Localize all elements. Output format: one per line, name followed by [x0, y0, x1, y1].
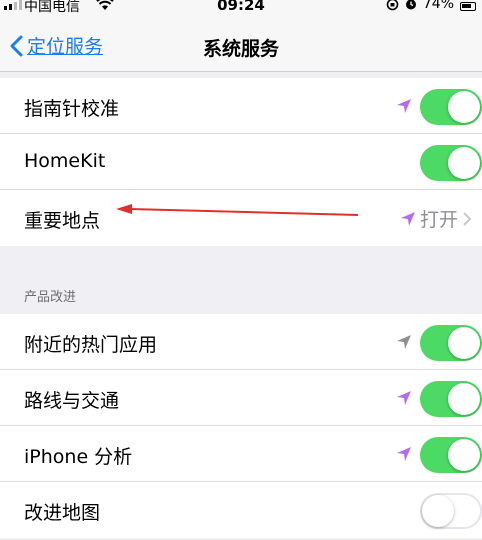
- battery-icon: [460, 1, 476, 11]
- battery-percent: 74%: [422, 0, 454, 12]
- toggle-knob: [422, 495, 454, 527]
- row-routing-traffic: 路线与交通: [0, 370, 482, 426]
- location-arrow-icon: [397, 447, 411, 461]
- row-label: 改进地图: [24, 502, 101, 524]
- toggle-knob: [448, 439, 480, 471]
- alarm-icon: [405, 0, 416, 10]
- location-arrow-icon: [397, 335, 411, 349]
- page-title: 系统服务: [202, 38, 279, 60]
- significant-locations-detail: 打开: [400, 205, 472, 232]
- navigation-bar: 定位服务 系统服务: [0, 20, 482, 72]
- compass-calibration-toggle[interactable]: [420, 89, 482, 125]
- improve-maps-toggle[interactable]: [420, 493, 482, 529]
- toggle-knob: [448, 147, 480, 179]
- homekit-toggle[interactable]: [420, 145, 482, 181]
- row-label: 指南针校准: [24, 98, 120, 120]
- toggle-knob: [448, 383, 480, 415]
- row-improve-maps: 改进地图: [0, 482, 482, 538]
- row-label: 附近的热门应用: [24, 334, 158, 356]
- status-bar: 中国电信 09:24 74%: [0, 0, 482, 20]
- location-arrow-icon: [397, 391, 411, 405]
- row-label: HomeKit: [24, 150, 106, 172]
- row-popular-near-me: 附近的热门应用: [0, 314, 482, 370]
- system-services-list: 指南针校准 HomeKit 重要地点 打开: [0, 78, 482, 246]
- row-homekit: HomeKit: [0, 134, 482, 190]
- detail-value: 打开: [419, 209, 458, 231]
- row-iphone-analytics: iPhone 分析: [0, 426, 482, 482]
- product-improvement-list: 附近的热门应用 路线与交通 iPhone 分析 改进地图: [0, 314, 482, 538]
- routing-traffic-toggle[interactable]: [420, 381, 482, 417]
- row-label: iPhone 分析: [24, 446, 133, 468]
- popular-near-me-toggle[interactable]: [420, 325, 482, 361]
- location-arrow-icon: [397, 99, 411, 113]
- rotation-lock-icon: [386, 0, 399, 10]
- chevron-right-icon: [463, 211, 472, 226]
- toggle-knob: [448, 327, 480, 359]
- location-arrow-icon: [400, 211, 415, 226]
- toggle-knob: [448, 91, 480, 123]
- iphone-analytics-toggle[interactable]: [420, 437, 482, 473]
- row-label: 重要地点: [24, 210, 101, 232]
- annotation-arrow: [116, 204, 359, 216]
- row-label: 路线与交通: [24, 390, 120, 412]
- row-compass-calibration: 指南针校准: [0, 78, 482, 134]
- section-header: 产品改进: [24, 290, 77, 305]
